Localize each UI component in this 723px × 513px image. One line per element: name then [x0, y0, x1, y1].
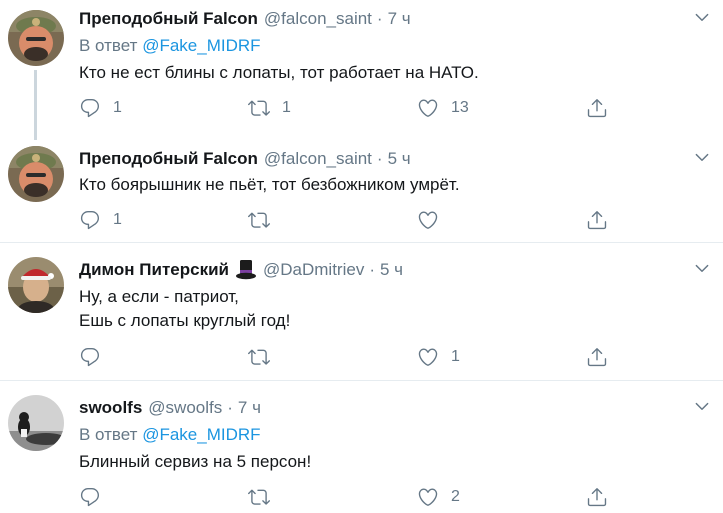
tweet-actions: 1	[79, 345, 723, 369]
retweet-button[interactable]	[248, 485, 282, 509]
share-icon	[586, 346, 608, 368]
like-button[interactable]: 13	[417, 96, 469, 120]
share-icon	[586, 209, 608, 231]
share-icon	[586, 97, 608, 119]
timestamp[interactable]: 7 ч	[238, 397, 261, 419]
separator-dot: ·	[376, 149, 383, 168]
retweet-count: 1	[282, 99, 291, 116]
reply-icon	[79, 209, 101, 231]
reply-count: 1	[113, 99, 122, 116]
reply-icon	[79, 346, 101, 368]
author-handle[interactable]: @swoolfs	[148, 397, 222, 419]
tweet[interactable]: Преподобный Falcon @falcon_saint · 7 ч В…	[0, 0, 723, 142]
author-handle[interactable]: @falcon_saint	[264, 148, 372, 170]
retweet-icon	[248, 97, 270, 119]
reply-prefix: В ответ	[79, 425, 138, 444]
tweet[interactable]: Димон Питерский @DaDmitriev · 5 ч Ну, а …	[0, 243, 723, 380]
like-icon	[417, 486, 439, 508]
retweet-icon	[248, 209, 270, 231]
retweet-button[interactable]	[248, 208, 282, 232]
tweet[interactable]: Преподобный Falcon @falcon_saint · 5 ч К…	[0, 142, 723, 242]
retweet-icon	[248, 486, 270, 508]
separator-dot: ·	[376, 9, 383, 28]
reply-button[interactable]	[79, 345, 113, 369]
timestamp[interactable]: 5 ч	[388, 148, 411, 170]
avatar[interactable]	[8, 10, 64, 66]
like-button[interactable]	[417, 208, 451, 232]
thread-line	[34, 70, 37, 140]
timestamp[interactable]: 7 ч	[388, 8, 411, 30]
like-count: 1	[451, 348, 460, 365]
chevron-down-icon[interactable]	[693, 397, 711, 415]
reply-button[interactable]	[79, 485, 113, 509]
author-name[interactable]: Димон Питерский	[79, 259, 229, 281]
like-count: 2	[451, 488, 460, 505]
chevron-down-icon[interactable]	[693, 259, 711, 277]
tweet-text: Кто боярышник не пьёт, тот безбожником у…	[79, 175, 460, 194]
like-button[interactable]: 1	[417, 345, 460, 369]
retweet-button[interactable]: 1	[248, 96, 291, 120]
reply-context: В ответ @Fake_MIDRF	[79, 424, 711, 446]
author-handle[interactable]: @falcon_saint	[264, 8, 372, 30]
retweet-icon	[248, 346, 270, 368]
tweet[interactable]: swoolfs @swoolfs · 7 ч В ответ @Fake_MID…	[0, 381, 723, 513]
tweet-actions: 1 1 13	[79, 96, 723, 120]
author-name[interactable]: Преподобный Falcon	[79, 148, 258, 170]
reply-mention[interactable]: @Fake_MIDRF	[142, 425, 260, 444]
author-name[interactable]: swoolfs	[79, 397, 142, 419]
retweet-button[interactable]	[248, 345, 282, 369]
reply-mention[interactable]: @Fake_MIDRF	[142, 36, 260, 55]
reply-context: В ответ @Fake_MIDRF	[79, 35, 711, 57]
share-button[interactable]	[586, 345, 608, 369]
like-icon	[417, 209, 439, 231]
tweet-actions: 2	[79, 485, 723, 509]
author-name[interactable]: Преподобный Falcon	[79, 8, 258, 30]
reply-icon	[79, 486, 101, 508]
separator-dot: ·	[227, 398, 233, 417]
tweet-text: Кто не ест блины с лопаты, тот работает …	[79, 63, 479, 82]
like-icon	[417, 97, 439, 119]
avatar[interactable]	[8, 257, 64, 313]
reply-prefix: В ответ	[79, 36, 138, 55]
separator-dot: ·	[369, 260, 375, 279]
reply-button[interactable]: 1	[79, 96, 122, 120]
like-button[interactable]: 2	[417, 485, 460, 509]
tweet-text: Блинный сервиз на 5 персон!	[79, 452, 312, 471]
top-hat-icon	[235, 259, 257, 281]
share-button[interactable]	[586, 208, 608, 232]
like-icon	[417, 346, 439, 368]
chevron-down-icon[interactable]	[693, 148, 711, 166]
share-button[interactable]	[586, 485, 608, 509]
share-button[interactable]	[586, 96, 608, 120]
tweet-text-line-1: Ну, а если - патриот,	[79, 287, 239, 306]
chevron-down-icon[interactable]	[693, 8, 711, 26]
like-count: 13	[451, 99, 469, 116]
avatar[interactable]	[8, 395, 64, 451]
reply-button[interactable]: 1	[79, 208, 122, 232]
avatar[interactable]	[8, 146, 64, 202]
share-icon	[586, 486, 608, 508]
author-handle[interactable]: @DaDmitriev	[263, 259, 364, 281]
tweet-text-line-2: Ешь с лопаты круглый год!	[79, 311, 291, 330]
tweet-actions: 1	[79, 208, 723, 232]
reply-icon	[79, 97, 101, 119]
reply-count: 1	[113, 211, 122, 228]
timestamp[interactable]: 5 ч	[380, 259, 403, 281]
